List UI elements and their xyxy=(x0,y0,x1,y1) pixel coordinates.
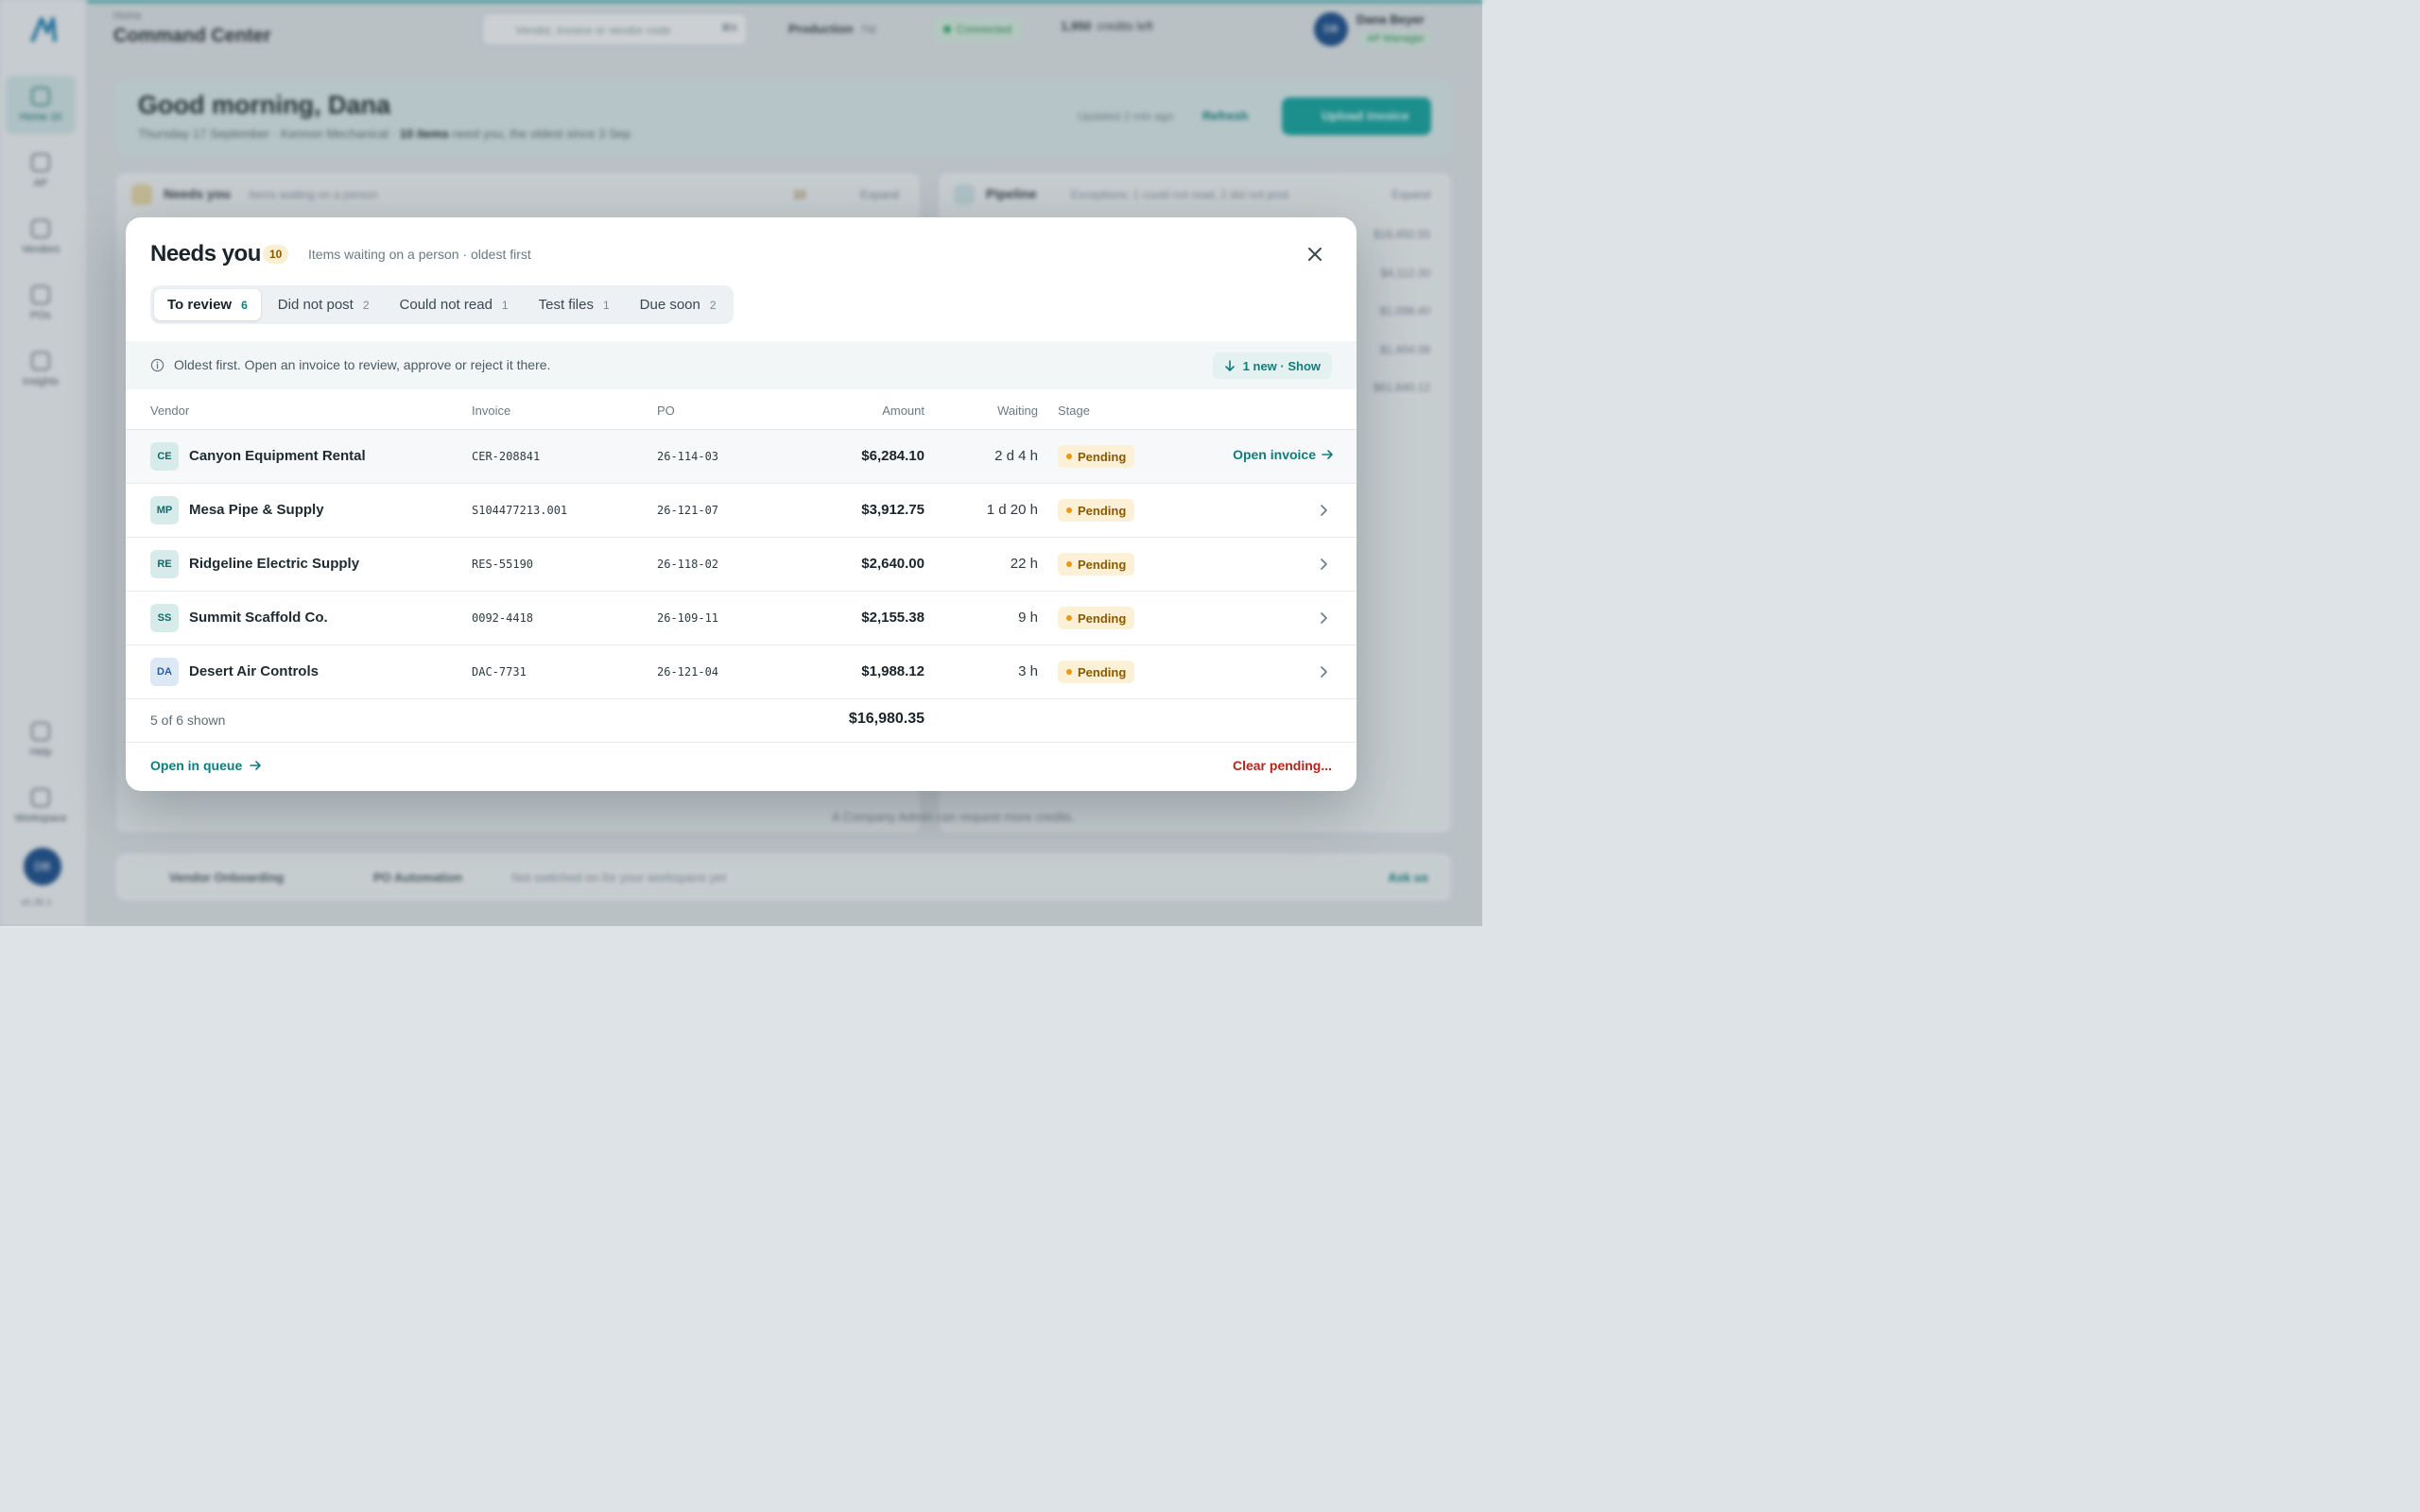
waiting-time: 2 d 4 h xyxy=(994,448,1038,464)
invoice-amount: $2,640.00 xyxy=(861,556,925,572)
chevron-right-icon[interactable] xyxy=(1317,504,1330,517)
invoice-number: RES-55190 xyxy=(472,558,534,571)
po-number: 26-114-03 xyxy=(657,450,719,463)
column-vendor[interactable]: Vendor xyxy=(150,404,189,418)
tab-label: Could not read xyxy=(399,297,493,313)
vendor-avatar: DA xyxy=(150,658,179,686)
po-number: 26-121-07 xyxy=(657,504,719,517)
arrow-right-icon xyxy=(250,761,262,770)
tab-count: 1 xyxy=(602,298,610,312)
invoice-number: 0092-4418 xyxy=(472,611,534,625)
modal-tabs: To review 6 Did not post 2 Could not read 1… xyxy=(150,285,734,324)
table-row[interactable]: SS Summit Scaffold Co. 0092-4418 26-109-11 $… xyxy=(126,592,1357,645)
invoice-amount: $2,155.38 xyxy=(861,610,925,626)
arrow-down-icon xyxy=(1224,360,1235,371)
tab-to-review[interactable]: To review 6 xyxy=(154,289,261,320)
status-badge: Pending xyxy=(1058,553,1135,576)
status-badge: Pending xyxy=(1058,445,1135,468)
tab-count: 1 xyxy=(501,298,509,312)
table-row[interactable]: DA Desert Air Controls DAC-7731 26-121-04 $1… xyxy=(126,645,1357,699)
waiting-time: 22 h xyxy=(1010,556,1038,572)
chevron-right-icon[interactable] xyxy=(1317,611,1330,625)
open-invoice-button[interactable]: Open invoice xyxy=(1233,447,1334,462)
po-number: 26-109-11 xyxy=(657,611,719,625)
tab-label: Test files xyxy=(538,297,594,313)
po-number: 26-121-04 xyxy=(657,665,719,679)
info-text: Oldest first. Open an invoice to review,… xyxy=(174,357,551,372)
table-header: Vendor Invoice PO Amount Waiting Stage xyxy=(126,389,1357,430)
status-badge: Pending xyxy=(1058,607,1135,629)
chevron-right-icon[interactable] xyxy=(1317,558,1330,571)
column-stage[interactable]: Stage xyxy=(1058,404,1090,418)
column-po[interactable]: PO xyxy=(657,404,675,418)
modal-count-badge: 10 xyxy=(263,245,289,264)
show-new-button[interactable]: 1 new · Show xyxy=(1212,352,1332,379)
vendor-avatar: RE xyxy=(150,550,179,578)
rows-shown-count: 5 of 6 shown xyxy=(150,713,226,728)
vendor-avatar: SS xyxy=(150,604,179,632)
tab-label: Did not post xyxy=(277,297,354,313)
info-icon xyxy=(150,358,164,372)
table-row[interactable]: CE Canyon Equipment Rental CER-208841 26-11… xyxy=(126,430,1357,484)
po-number: 26-118-02 xyxy=(657,558,719,571)
tab-test-files[interactable]: Test files 1 xyxy=(526,289,623,320)
invoice-number: S104477213.001 xyxy=(472,504,568,517)
open-invoice-label: Open invoice xyxy=(1233,447,1316,462)
invoice-amount: $1,988.12 xyxy=(861,663,925,679)
table-row[interactable]: RE Ridgeline Electric Supply RES-55190 26-1… xyxy=(126,538,1357,592)
table-row[interactable]: MP Mesa Pipe & Supply S104477213.001 26-121… xyxy=(126,484,1357,538)
status-badge: Pending xyxy=(1058,661,1135,683)
needs-you-modal: Needs you 10 Items waiting on a person ·… xyxy=(126,217,1357,791)
invoice-amount: $3,912.75 xyxy=(861,502,925,518)
vendor-name: Ridgeline Electric Supply xyxy=(189,556,360,572)
vendor-avatar: CE xyxy=(150,442,179,471)
invoice-number: DAC-7731 xyxy=(472,665,527,679)
open-in-queue-label: Open in queue xyxy=(150,758,243,773)
tab-due-soon[interactable]: Due soon 2 xyxy=(627,289,730,320)
modal-footer: Open in queue Clear pending... xyxy=(126,743,1357,791)
close-icon[interactable] xyxy=(1305,244,1325,265)
show-new-label: 1 new · Show xyxy=(1242,359,1321,373)
column-invoice[interactable]: Invoice xyxy=(472,404,510,418)
invoice-number: CER-208841 xyxy=(472,450,541,463)
invoice-amount: $6,284.10 xyxy=(861,448,925,464)
vendor-avatar: MP xyxy=(150,496,179,524)
waiting-time: 3 h xyxy=(1018,663,1038,679)
modal-subtitle: Items waiting on a person · oldest first xyxy=(308,247,531,262)
tab-did-not-post[interactable]: Did not post 2 xyxy=(265,289,383,320)
arrow-right-icon xyxy=(1322,450,1333,459)
vendor-name: Mesa Pipe & Supply xyxy=(189,502,324,518)
waiting-time: 9 h xyxy=(1018,610,1038,626)
column-amount[interactable]: Amount xyxy=(882,404,925,418)
clear-pending-button[interactable]: Clear pending... xyxy=(1233,758,1332,773)
tab-could-not-read[interactable]: Could not read 1 xyxy=(387,289,522,320)
table-footer: 5 of 6 shown $16,980.35 xyxy=(126,697,1357,743)
tab-count: 2 xyxy=(362,298,370,312)
vendor-name: Canyon Equipment Rental xyxy=(189,448,366,464)
modal-title: Needs you xyxy=(150,241,261,266)
open-in-queue-link[interactable]: Open in queue xyxy=(150,758,262,773)
column-waiting[interactable]: Waiting xyxy=(997,404,1038,418)
tab-label: Due soon xyxy=(639,297,700,313)
chevron-right-icon[interactable] xyxy=(1317,665,1330,679)
tab-label: To review xyxy=(167,297,233,313)
info-bar: Oldest first. Open an invoice to review,… xyxy=(126,341,1357,389)
status-badge: Pending xyxy=(1058,499,1135,522)
vendor-name: Desert Air Controls xyxy=(189,663,319,679)
vendor-name: Summit Scaffold Co. xyxy=(189,610,328,626)
waiting-time: 1 d 20 h xyxy=(986,502,1038,518)
tab-count: 6 xyxy=(241,298,248,312)
amount-total: $16,980.35 xyxy=(848,711,925,727)
tab-count: 2 xyxy=(709,298,717,312)
